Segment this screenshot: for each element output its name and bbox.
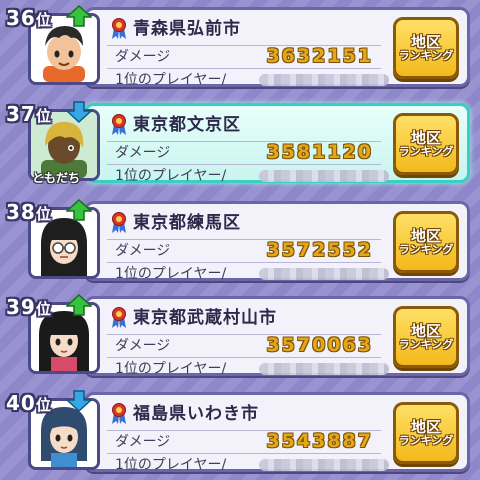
button-label-line2: ランキング: [398, 243, 454, 257]
button-label-line1: 地区: [410, 226, 441, 245]
up-arrow-icon: [66, 199, 92, 221]
top-player-label: 1位のプレイヤー/: [115, 168, 227, 184]
ranking-row-36: 青森県弘前市 ダメージ 3632151 1位のプレイヤー/ 地区 ランキング 3…: [4, 3, 476, 91]
damage-label: ダメージ: [115, 434, 171, 450]
damage-value: 3570063: [266, 334, 373, 356]
city-name: 福島県いわき市: [133, 404, 259, 424]
city-name: 東京都武蔵村山市: [133, 308, 277, 328]
divider: [107, 357, 381, 358]
card-content: 東京都文京区 ダメージ 3581120 1位のプレイヤー/: [101, 112, 389, 184]
damage-label: ダメージ: [115, 338, 171, 354]
rank-value: 37: [6, 102, 36, 126]
damage-value: 3581120: [266, 141, 373, 163]
ranking-row-38: 東京都練馬区 ダメージ 3572552 1位のプレイヤー/ 地区 ランキング 3…: [4, 197, 476, 285]
button-label-line1: 地区: [410, 321, 441, 340]
regional-ranking-button[interactable]: 地区 ランキング: [393, 402, 459, 464]
city-name: 東京都文京区: [133, 115, 241, 135]
blurred-player-name: [259, 268, 389, 280]
card-content: 東京都練馬区 ダメージ 3572552 1位のプレイヤー/: [101, 210, 389, 282]
regional-ranking-button[interactable]: 地区 ランキング: [393, 17, 459, 79]
rank-number: 38位: [6, 199, 52, 225]
button-label-line1: 地区: [410, 417, 441, 436]
blurred-player-name: [259, 170, 389, 182]
ranking-card: 青森県弘前市 ダメージ 3632151 1位のプレイヤー/ 地区 ランキング: [84, 7, 470, 88]
rank-value: 39: [6, 295, 36, 319]
blurred-player-name: [259, 74, 389, 86]
ranking-card: 東京都武蔵村山市 ダメージ 3570063 1位のプレイヤー/ 地区 ランキング: [84, 296, 470, 377]
damage-value: 3632151: [266, 45, 373, 67]
award-ribbon-icon: [112, 18, 126, 39]
card-content: 青森県弘前市 ダメージ 3632151 1位のプレイヤー/: [101, 16, 389, 88]
up-arrow-icon: [66, 294, 92, 316]
rank-value: 40: [6, 391, 36, 415]
top-player-label: 1位のプレイヤー/: [115, 266, 227, 282]
damage-value: 3572552: [266, 239, 373, 261]
award-ribbon-icon: [112, 114, 126, 135]
city-name: 青森県弘前市: [133, 19, 241, 39]
divider: [107, 453, 381, 454]
divider: [107, 164, 381, 165]
button-label-line1: 地区: [410, 32, 441, 51]
rank-number: 37位: [6, 101, 52, 127]
ranking-row-37: 東京都文京区 ダメージ 3581120 1位のプレイヤー/ 地区 ランキング 3…: [4, 99, 476, 187]
avatar-caption: ともだち: [32, 171, 81, 185]
button-label-line2: ランキング: [398, 49, 454, 63]
damage-label: ダメージ: [115, 145, 171, 161]
damage-value: 3543887: [266, 430, 373, 452]
down-arrow-icon: [66, 101, 92, 123]
down-arrow-icon: [66, 390, 92, 412]
award-ribbon-icon: [112, 403, 126, 424]
rank-suffix: 位: [35, 396, 52, 414]
regional-ranking-button[interactable]: 地区 ランキング: [393, 211, 459, 273]
ranking-list: 青森県弘前市 ダメージ 3632151 1位のプレイヤー/ 地区 ランキング 3…: [0, 0, 480, 480]
button-label-line2: ランキング: [398, 338, 454, 352]
rank-number: 40位: [6, 390, 52, 416]
top-player-label: 1位のプレイヤー/: [115, 457, 227, 473]
button-label-line2: ランキング: [398, 145, 454, 159]
button-label-line2: ランキング: [398, 434, 454, 448]
divider: [107, 68, 381, 69]
rank-suffix: 位: [35, 300, 52, 318]
regional-ranking-button[interactable]: 地区 ランキング: [393, 306, 459, 368]
rank-suffix: 位: [35, 11, 52, 29]
top-player-label: 1位のプレイヤー/: [115, 361, 227, 377]
award-ribbon-icon: [112, 307, 126, 328]
city-name: 東京都練馬区: [133, 213, 241, 233]
card-content: 東京都武蔵村山市 ダメージ 3570063 1位のプレイヤー/: [101, 305, 389, 377]
rank-value: 38: [6, 200, 36, 224]
rank-number: 39位: [6, 294, 52, 320]
ranking-row-39: 東京都武蔵村山市 ダメージ 3570063 1位のプレイヤー/ 地区 ランキング: [4, 292, 476, 380]
card-content: 福島県いわき市 ダメージ 3543887 1位のプレイヤー/: [101, 401, 389, 473]
rank-suffix: 位: [35, 205, 52, 223]
damage-label: ダメージ: [115, 243, 171, 259]
rank-value: 36: [6, 6, 36, 30]
rank-suffix: 位: [35, 107, 52, 125]
ranking-card-highlighted: 東京都文京区 ダメージ 3581120 1位のプレイヤー/ 地区 ランキング: [84, 103, 470, 184]
blurred-player-name: [259, 363, 389, 375]
blurred-player-name: [259, 459, 389, 471]
top-player-label: 1位のプレイヤー/: [115, 72, 227, 88]
divider: [107, 262, 381, 263]
ranking-card: 福島県いわき市 ダメージ 3543887 1位のプレイヤー/ 地区 ランキング: [84, 392, 470, 473]
ranking-row-40: 福島県いわき市 ダメージ 3543887 1位のプレイヤー/ 地区 ランキング: [4, 388, 476, 476]
award-ribbon-icon: [112, 212, 126, 233]
damage-label: ダメージ: [115, 49, 171, 65]
rank-number: 36位: [6, 5, 52, 31]
regional-ranking-button[interactable]: 地区 ランキング: [393, 113, 459, 175]
button-label-line1: 地区: [410, 128, 441, 147]
up-arrow-icon: [66, 5, 92, 27]
ranking-card: 東京都練馬区 ダメージ 3572552 1位のプレイヤー/ 地区 ランキング: [84, 201, 470, 282]
